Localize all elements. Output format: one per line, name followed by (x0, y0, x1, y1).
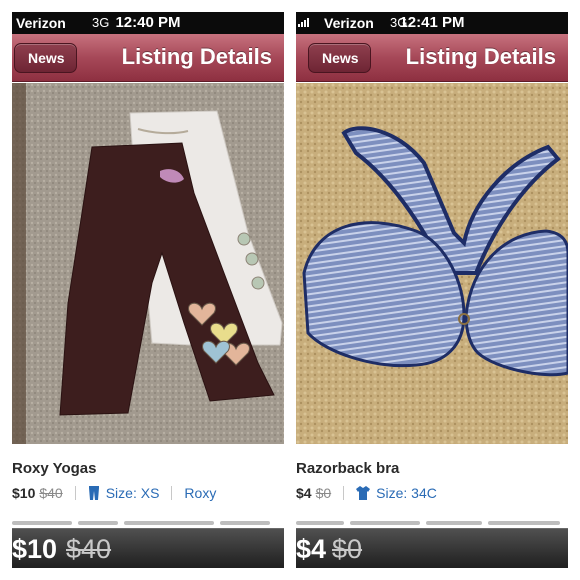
nav-bar: News Listing Details (296, 34, 568, 82)
size-link[interactable]: Size: XS (106, 485, 160, 501)
nav-bar: News Listing Details (12, 34, 284, 82)
price-bar-price: $10 (12, 534, 58, 564)
description-preview (12, 511, 284, 529)
listing-meta: $4 $0 Size: 34C (296, 485, 437, 501)
price-bar: $4 $0 (296, 528, 568, 568)
clock: 12:40 PM (115, 14, 181, 31)
price-bar-original: $40 (66, 534, 112, 564)
status-bar: Verizon 3G 12:40 PM (12, 12, 284, 34)
brand-link[interactable]: Roxy (184, 485, 216, 501)
pants-icon (88, 486, 99, 500)
divider (74, 486, 76, 500)
size-link[interactable]: Size: 34C (376, 485, 437, 501)
listing-title: Roxy Yogas (12, 460, 97, 477)
original-price: $40 (39, 485, 63, 501)
listing-info: Roxy Yogas $10 $40 Size: XS Roxy (12, 445, 284, 529)
divider (171, 486, 173, 500)
divider (343, 486, 345, 500)
listing-photo[interactable] (296, 83, 568, 444)
listing-photo[interactable] (12, 83, 284, 444)
listing-info: Razorback bra $4 $0 Size: 34C (296, 445, 568, 529)
listing-meta: $10 $40 Size: XS Roxy (12, 485, 216, 501)
original-price: $0 (315, 485, 332, 501)
back-button[interactable]: News (14, 43, 77, 73)
price-bar-original: $0 (332, 534, 363, 564)
description-preview (296, 511, 568, 529)
page-title: Listing Details (405, 44, 556, 69)
price-bar: $10 $40 (12, 528, 284, 568)
clock: 12:41 PM (399, 14, 465, 31)
price-bar-price: $4 (296, 534, 327, 564)
back-button[interactable]: News (308, 43, 371, 73)
price: $10 (12, 485, 36, 501)
price: $4 (296, 485, 312, 501)
shirt-icon (356, 486, 371, 500)
listing-screen-left: Verizon 3G 12:40 PM News Listing Details (12, 12, 284, 568)
listing-title: Razorback bra (296, 460, 400, 477)
listing-screen-right: Verizon 3G 12:41 PM News Listing Details (296, 12, 568, 568)
page-title: Listing Details (121, 44, 272, 69)
status-bar: Verizon 3G 12:41 PM (296, 12, 568, 34)
